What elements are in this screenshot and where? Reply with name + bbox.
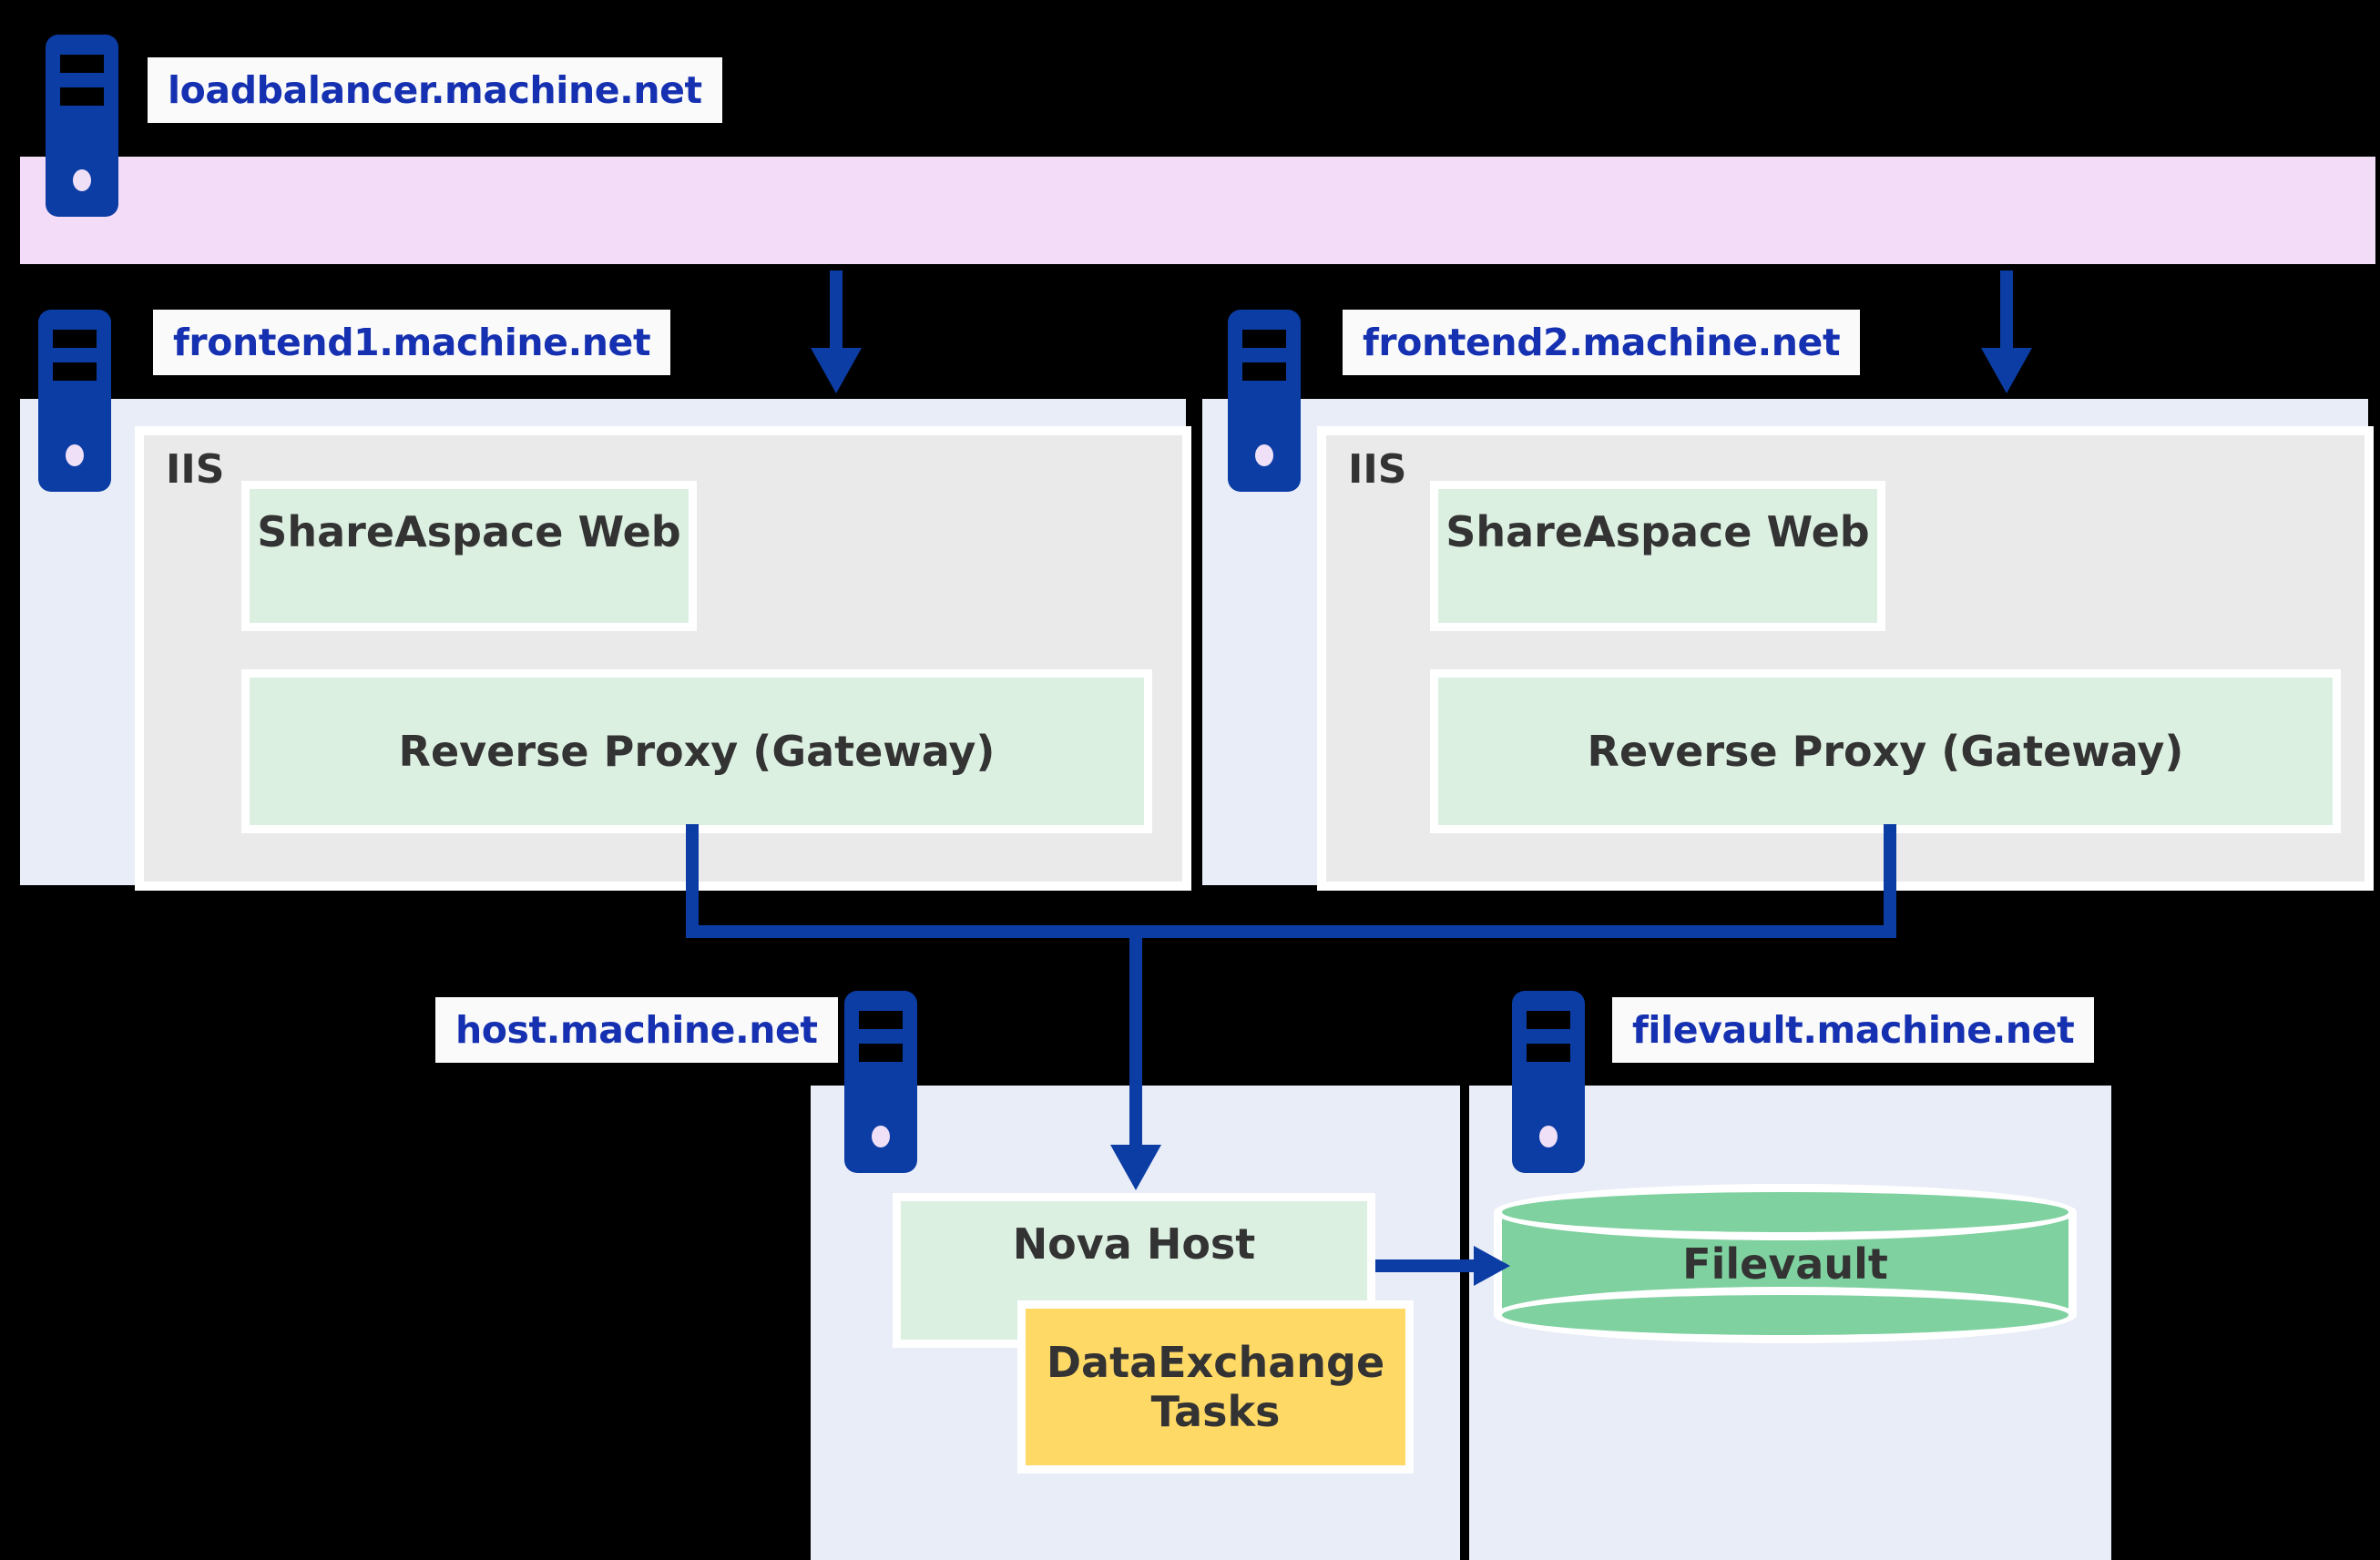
server-icon-filevault (1512, 991, 1585, 1173)
component-dataexchange-tasks: DataExchange Tasks (1017, 1300, 1414, 1473)
connector-merge-to-nova-host-arrow (1110, 1145, 1161, 1190)
server-icon-frontend2 (1228, 310, 1301, 492)
server-slot-icon (53, 330, 97, 348)
connector-frontend2-gateway-down (1884, 824, 1896, 938)
server-slot-icon (1527, 1011, 1570, 1029)
server-slot-icon (1527, 1044, 1570, 1062)
connector-loadbalancer-to-frontend1-line (830, 270, 843, 352)
connector-nova-host-to-filevault-line (1375, 1259, 1476, 1272)
component-reverse-proxy-frontend1: Reverse Proxy (Gateway) (241, 669, 1152, 833)
server-slot-icon (859, 1044, 903, 1062)
component-reverse-proxy-frontend2: Reverse Proxy (Gateway) (1430, 669, 2341, 833)
server-slot-icon (53, 362, 97, 381)
connector-loadbalancer-to-frontend1-arrow (811, 348, 862, 393)
server-icon-loadbalancer (46, 35, 118, 217)
hostname-host: host.machine.net (435, 997, 838, 1063)
dataexchange-tasks-label: DataExchange Tasks (1046, 1337, 1385, 1436)
server-slot-icon (1242, 362, 1286, 381)
iis-label-frontend1: IIS (166, 446, 225, 493)
hostname-frontend1: frontend1.machine.net (153, 310, 671, 375)
server-led-icon (73, 169, 91, 191)
zone-loadbalancer (20, 157, 2375, 264)
iis-label-frontend2: IIS (1348, 446, 1407, 493)
hostname-filevault: filevault.machine.net (1612, 997, 2095, 1063)
architecture-diagram: loadbalancer.machine.net IIS ShareAspace… (0, 0, 2380, 1560)
server-led-icon (66, 444, 84, 466)
server-slot-icon (859, 1011, 903, 1029)
server-slot-icon (60, 55, 104, 73)
server-icon-host (844, 991, 917, 1173)
server-led-icon (1539, 1126, 1558, 1147)
connector-loadbalancer-to-frontend2-arrow (1981, 348, 2032, 393)
server-led-icon (872, 1126, 890, 1147)
connector-frontend1-gateway-down (686, 824, 699, 938)
server-slot-icon (1242, 330, 1286, 348)
component-shareaspace-web-frontend1: ShareAspace Web (241, 481, 697, 631)
server-icon-frontend1 (38, 310, 111, 492)
hostname-loadbalancer: loadbalancer.machine.net (148, 57, 722, 123)
hostname-frontend2: frontend2.machine.net (1343, 310, 1861, 375)
database-filevault-label: Filevault (1682, 1239, 1888, 1289)
connector-gateway-merge-bus (686, 925, 1896, 938)
zone-divider (1460, 1086, 1469, 1560)
server-led-icon (1255, 444, 1273, 466)
connector-merge-to-nova-host-line (1129, 925, 1142, 1151)
server-slot-icon (60, 87, 104, 106)
component-shareaspace-web-frontend2: ShareAspace Web (1430, 481, 1885, 631)
connector-nova-host-to-filevault-arrow (1474, 1246, 1510, 1286)
connector-loadbalancer-to-frontend2-line (2000, 270, 2013, 352)
database-filevault: Filevault (1494, 1184, 2077, 1343)
